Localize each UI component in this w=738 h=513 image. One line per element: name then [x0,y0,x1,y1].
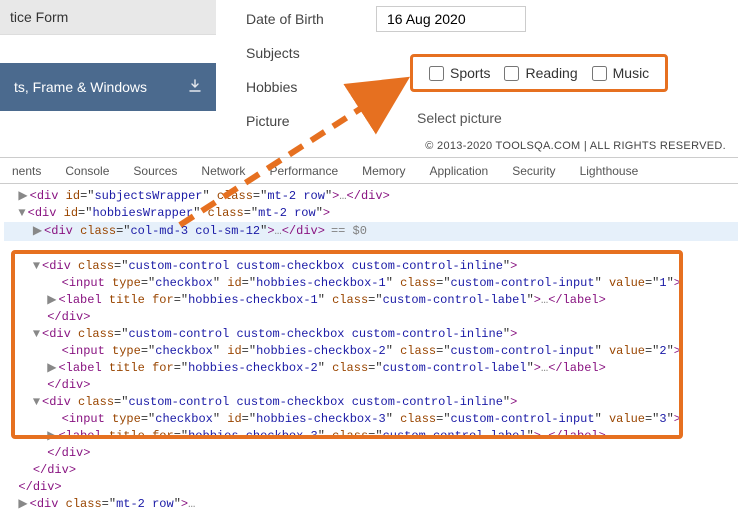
sidebar-item-frames[interactable]: ts, Frame & Windows [0,63,216,111]
footer-text: © 2013-2020 TOOLSQA.COM | ALL RIGHTS RES… [425,140,726,152]
reading-label: Reading [525,65,577,81]
devtools-panel: nents Console Sources Network Performanc… [0,157,738,506]
hobbies-label: Hobbies [216,79,376,95]
sports-label: Sports [450,65,490,81]
sports-checkbox[interactable] [429,66,444,81]
devtools-elements-tree[interactable]: ▶<div id="subjectsWrapper" class="mt-2 r… [0,184,738,513]
tab-elements[interactable]: nents [0,158,53,183]
hobby-sports[interactable]: Sports [429,65,490,81]
tab-application[interactable]: Application [417,158,500,183]
tab-security[interactable]: Security [500,158,567,183]
sidebar-blue-label: ts, Frame & Windows [14,79,147,95]
sidebar-gap [0,35,216,63]
download-icon [188,79,202,96]
devtools-tabs: nents Console Sources Network Performanc… [0,158,738,184]
hobby-reading[interactable]: Reading [504,65,577,81]
tab-sources[interactable]: Sources [121,158,189,183]
dob-input[interactable] [376,6,526,32]
music-label: Music [613,65,650,81]
tab-console[interactable]: Console [53,158,121,183]
select-picture-button[interactable]: Select picture [417,110,502,126]
hobby-music[interactable]: Music [592,65,650,81]
row-dob: Date of Birth [216,2,738,36]
subjects-label: Subjects [216,45,376,61]
sidebar-top-label: tice Form [10,9,68,25]
reading-checkbox[interactable] [504,66,519,81]
sidebar-item-practice-form[interactable]: tice Form [0,0,216,35]
form-area: tice Form ts, Frame & Windows Date of Bi… [0,0,738,157]
picture-label: Picture [216,113,376,129]
tab-memory[interactable]: Memory [350,158,417,183]
tab-network[interactable]: Network [189,158,257,183]
dob-label: Date of Birth [216,11,376,27]
sidebar: tice Form ts, Frame & Windows [0,0,216,111]
tab-lighthouse[interactable]: Lighthouse [568,158,651,183]
music-checkbox[interactable] [592,66,607,81]
tab-performance[interactable]: Performance [257,158,350,183]
hobby-highlight-box: Sports Reading Music [410,54,668,92]
